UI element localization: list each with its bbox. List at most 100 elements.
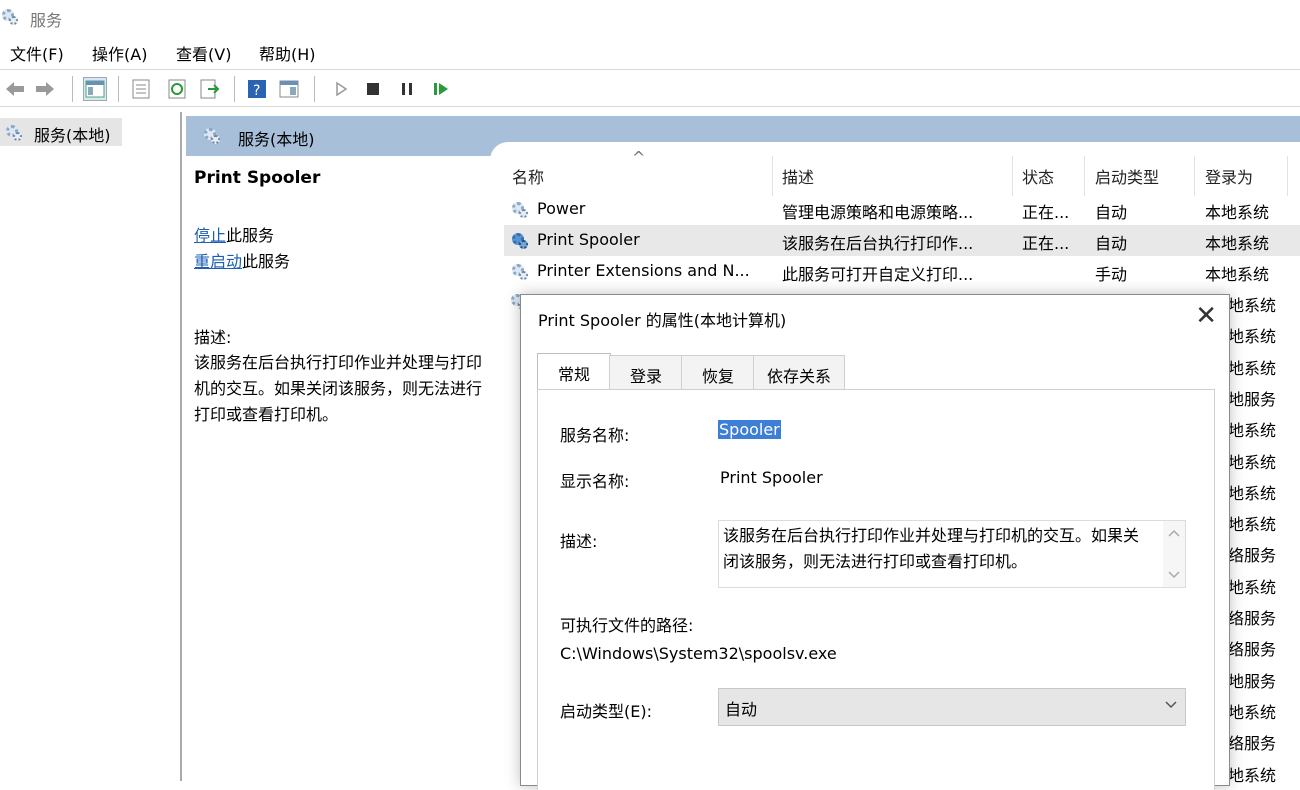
tab-logon[interactable]: 登录 xyxy=(609,355,683,390)
table-row[interactable]: Printer Extensions and N... 此服务可打开自定义打印.… xyxy=(504,256,1300,287)
description-textbox[interactable]: 该服务在后台执行打印作业并处理与打印机的交互。如果关闭该服务，则无法进行打印或查… xyxy=(718,520,1186,588)
row-logon-as-partial: 地系统 xyxy=(1228,421,1277,441)
column-separator[interactable] xyxy=(1194,156,1195,196)
detail-desc-label: 描述: xyxy=(194,328,232,347)
row-logon-as-partial: 地系统 xyxy=(1228,765,1277,785)
row-logon-as-partial: 络服务 xyxy=(1228,609,1277,628)
column-header-description[interactable]: 描述 xyxy=(782,164,814,188)
column-header-status[interactable]: 状态 xyxy=(1022,164,1054,188)
stop-service-icon[interactable] xyxy=(362,78,384,100)
properties-dialog: Print Spooler 的属性(本地计算机) ✕ 常规 登录 恢复 依存关系… xyxy=(520,294,1230,790)
column-separator[interactable] xyxy=(1084,156,1085,196)
service-gear-icon xyxy=(510,262,530,282)
row-status: 正在... xyxy=(1022,203,1070,222)
tab-dependencies[interactable]: 依存关系 xyxy=(753,355,845,390)
pause-service-icon[interactable] xyxy=(396,78,418,100)
back-arrow-icon[interactable] xyxy=(4,78,26,100)
refresh-icon[interactable] xyxy=(166,78,188,100)
scroll-up-icon[interactable] xyxy=(1168,529,1180,537)
row-logon-as-partial: 地系统 xyxy=(1228,483,1277,503)
general-tab-panel: 服务名称: Spooler 显示名称: Print Spooler 描述: 该服… xyxy=(537,389,1215,790)
menu-bar: 文件(F) 操作(A) 查看(V) 帮助(H) xyxy=(0,36,1300,68)
column-separator[interactable] xyxy=(772,156,773,196)
column-separator[interactable] xyxy=(1287,156,1288,196)
startup-type-select[interactable]: 自动 xyxy=(718,688,1186,726)
description-label: 描述: xyxy=(560,532,598,551)
column-header-startup-type[interactable]: 启动类型 xyxy=(1095,164,1159,188)
description-scrollbar[interactable] xyxy=(1163,521,1185,587)
row-description: 管理电源策略和电源策略... xyxy=(782,203,974,222)
toolbar-separator xyxy=(314,76,315,102)
forward-arrow-icon[interactable] xyxy=(34,78,56,100)
export-list-icon[interactable] xyxy=(198,78,220,100)
scroll-down-icon[interactable] xyxy=(1168,571,1180,579)
start-service-icon[interactable] xyxy=(330,78,352,100)
row-status: 正在... xyxy=(1022,234,1070,253)
display-name-label: 显示名称: xyxy=(560,472,630,491)
column-separator[interactable] xyxy=(1012,156,1013,196)
row-logon-as-partial: 络服务 xyxy=(1228,546,1277,566)
table-row-selected[interactable]: Print Spooler 该服务在后台执行打印作... 正在... 自动 本地… xyxy=(504,225,1300,256)
tab-recovery[interactable]: 恢复 xyxy=(681,355,755,390)
row-description: 此服务可打开自定义打印... xyxy=(782,265,974,284)
menu-help[interactable]: 帮助(H) xyxy=(259,41,316,65)
tab-label: 恢复 xyxy=(701,367,734,386)
row-name: Printer Extensions and N... xyxy=(537,261,750,280)
row-logon-as: 本地系统 xyxy=(1205,203,1270,222)
path-value[interactable]: C:\Windows\System32\spoolsv.exe xyxy=(560,644,837,663)
services-gear-icon xyxy=(4,123,24,143)
tab-label: 常规 xyxy=(557,365,590,384)
close-icon[interactable]: ✕ xyxy=(1195,301,1217,331)
column-header-name[interactable]: 名称 xyxy=(512,164,544,188)
service-gear-icon xyxy=(510,231,530,251)
row-description: 该服务在后台执行打印作... xyxy=(782,234,974,253)
sort-indicator: ^ xyxy=(632,148,646,167)
path-label: 可执行文件的路径: xyxy=(560,616,694,635)
service-name-value[interactable]: Spooler xyxy=(718,420,781,439)
properties-sheet-icon[interactable] xyxy=(130,78,152,100)
detail-service-name: Print Spooler xyxy=(194,168,321,188)
menu-action[interactable]: 操作(A) xyxy=(92,41,147,65)
row-logon-as-partial: 地系统 xyxy=(1228,327,1277,347)
toolbar: ? xyxy=(0,70,1300,106)
row-name: Power xyxy=(537,199,586,218)
startup-type-value: 自动 xyxy=(725,700,758,719)
toolbar-separator xyxy=(118,76,119,102)
stop-service-link[interactable]: 停止 xyxy=(194,226,226,245)
panel-header-title: 服务(本地) xyxy=(238,130,315,149)
restart-service-link[interactable]: 重启动 xyxy=(194,252,242,271)
show-action-pane-icon[interactable] xyxy=(278,78,300,100)
display-name-value[interactable]: Print Spooler xyxy=(720,468,823,487)
row-startup-type: 自动 xyxy=(1095,203,1128,222)
tree-item-label: 服务(本地) xyxy=(34,126,111,145)
help-icon[interactable]: ? xyxy=(246,78,268,100)
startup-type-label: 启动类型(E): xyxy=(560,702,652,721)
tree-item-services-local[interactable]: 服务(本地) xyxy=(0,118,122,146)
chevron-down-icon xyxy=(1165,701,1177,709)
row-logon-as-partial: 地系统 xyxy=(1228,452,1277,472)
services-gear-icon xyxy=(202,126,222,146)
tab-label: 登录 xyxy=(629,367,662,386)
tab-label: 依存关系 xyxy=(766,367,831,386)
restart-service-icon[interactable] xyxy=(430,78,452,100)
toolbar-separator xyxy=(234,76,235,102)
tab-general[interactable]: 常规 xyxy=(537,353,611,390)
detail-desc-text: 该服务在后台执行打印作业并处理与打印机的交互。如果关闭该服务，则无法进行打印或查… xyxy=(194,353,483,424)
row-logon-as-partial: 地系统 xyxy=(1228,515,1277,535)
row-logon-as-partial: 地系统 xyxy=(1228,577,1277,597)
table-row[interactable]: Power 管理电源策略和电源策略... 正在... 自动 本地系统 xyxy=(504,194,1300,225)
menu-view[interactable]: 查看(V) xyxy=(176,41,231,65)
row-startup-type: 自动 xyxy=(1095,234,1128,253)
menu-file[interactable]: 文件(F) xyxy=(10,41,64,65)
column-header-logon-as[interactable]: 登录为 xyxy=(1205,164,1253,188)
stop-suffix: 此服务 xyxy=(226,226,275,245)
description-text: 该服务在后台执行打印作业并处理与打印机的交互。如果关闭该服务，则无法进行打印或查… xyxy=(723,526,1140,571)
row-logon-as-partial: 络服务 xyxy=(1228,734,1277,754)
show-console-tree-icon[interactable] xyxy=(83,77,107,101)
row-startup-type: 手动 xyxy=(1095,265,1128,284)
toolbar-divider xyxy=(0,106,1300,107)
row-logon-as-partial: 地系统 xyxy=(1228,702,1277,722)
title-bar: 服务 xyxy=(0,0,1300,36)
toolbar-separator xyxy=(72,76,73,102)
row-logon-as: 本地系统 xyxy=(1205,234,1270,253)
